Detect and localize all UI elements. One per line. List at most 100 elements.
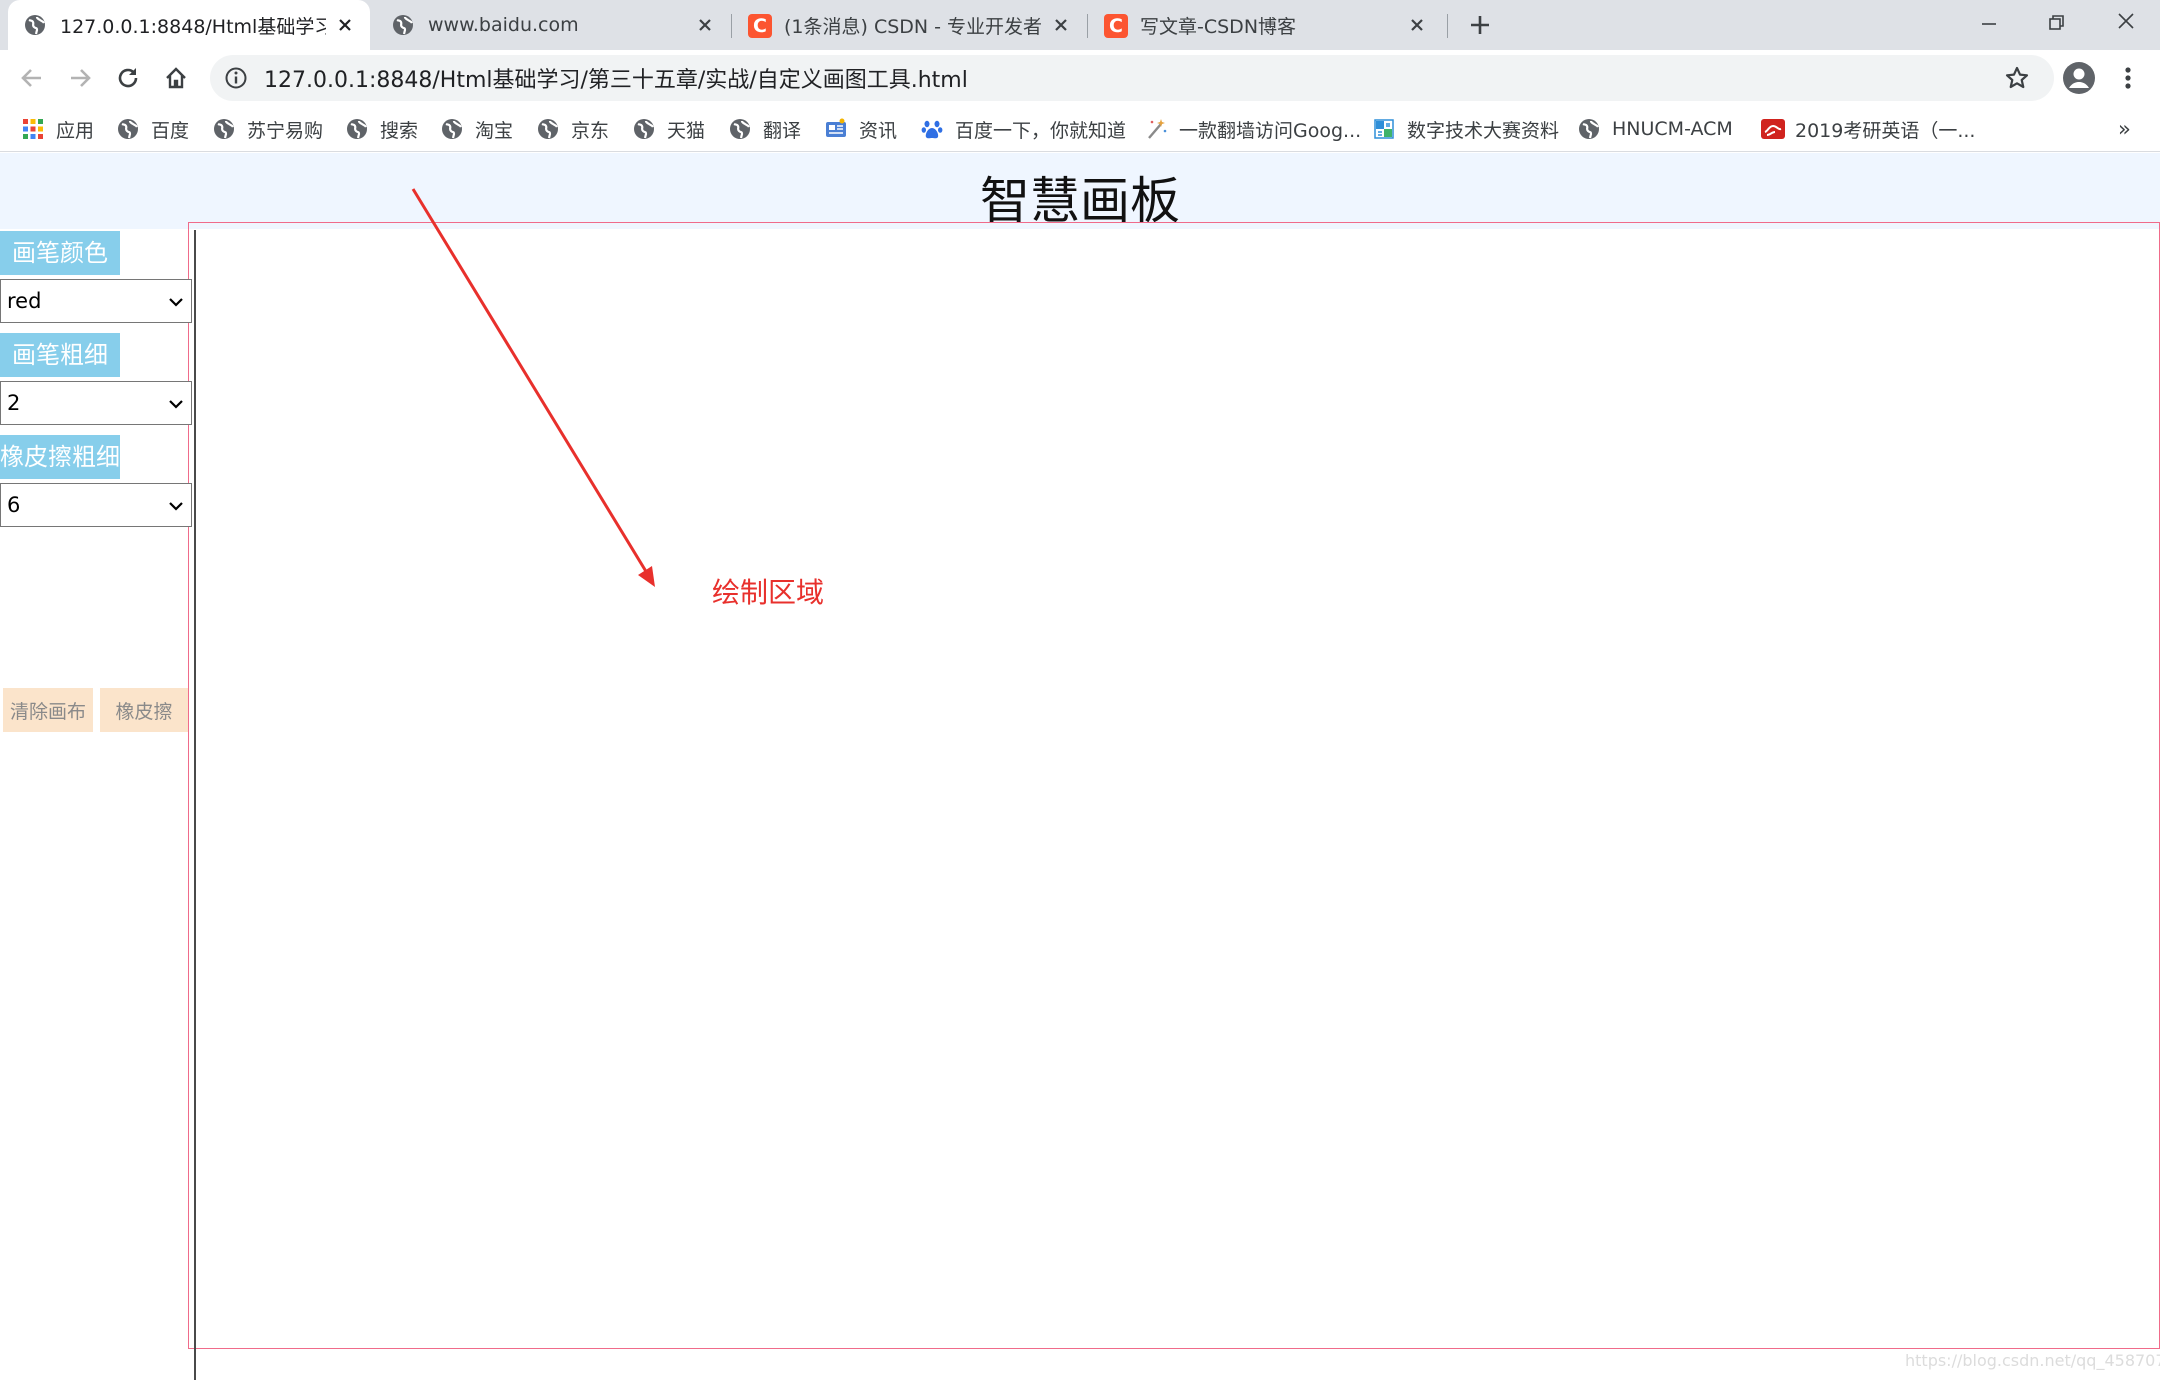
plus-icon [1471, 16, 1489, 34]
bookmarks-overflow-button[interactable]: » [2118, 115, 2131, 143]
clear-canvas-button[interactable]: 清除画布 [3, 688, 93, 732]
address-bar[interactable]: 127.0.0.1:8848/Html基础学习/第三十五章/实战/自定义画图工具… [210, 55, 2054, 101]
back-button[interactable] [14, 60, 50, 96]
globe-icon [392, 14, 414, 36]
forward-button[interactable] [62, 60, 98, 96]
restore-button[interactable] [2034, 10, 2078, 40]
globe-icon [441, 118, 463, 140]
pen-width-select[interactable]: 2 [0, 381, 192, 425]
restore-icon [2049, 15, 2064, 30]
arrow-left-icon [21, 69, 41, 87]
bookmark-label: 翻译 [763, 119, 802, 142]
globe-icon [729, 118, 751, 140]
bookmark-label: 资讯 [859, 119, 898, 142]
bookmark-kaoyan-english[interactable]: 2019考研英语（一... [1761, 115, 1975, 143]
watermark: https://blog.csdn.net/qq_45870740 [1905, 1351, 2160, 1370]
bookmark-tmall[interactable]: 天猫 [633, 115, 705, 143]
bookmark-label: 搜索 [380, 119, 419, 142]
browser-toolbar: 127.0.0.1:8848/Html基础学习/第三十五章/实战/自定义画图工具… [0, 50, 2160, 105]
overflow-chevron: » [2118, 117, 2131, 141]
bookmark-search[interactable]: 搜索 [346, 115, 418, 143]
tab-title: 127.0.0.1:8848/Html基础学习/第 [60, 15, 326, 38]
tab-title: 写文章-CSDN博客 [1140, 15, 1297, 38]
globe-icon [24, 14, 46, 36]
tab-title: www.baidu.com [428, 14, 579, 36]
globe-icon [213, 118, 235, 140]
tab-separator [1447, 14, 1448, 38]
tab-strip: 127.0.0.1:8848/Html基础学习/第 www.baidu.com … [0, 0, 2160, 50]
globe-icon [633, 118, 655, 140]
bookmark-taobao[interactable]: 淘宝 [441, 115, 513, 143]
eraser-width-select[interactable]: 6 [0, 483, 192, 527]
globe-icon [117, 118, 139, 140]
csdn-icon: C [1104, 14, 1128, 38]
arrow-right-icon [71, 69, 91, 87]
annotation-label: 绘制区域 [712, 576, 825, 609]
bookmark-baidu[interactable]: 百度 [117, 115, 189, 143]
close-icon[interactable] [694, 14, 716, 36]
apps-icon [22, 118, 44, 140]
csdn-icon: C [748, 14, 772, 38]
bookmark-label: 2019考研英语（一... [1795, 119, 1976, 142]
minimize-button[interactable] [1967, 10, 2011, 40]
eraser-width-label: 橡皮擦粗细 [0, 435, 120, 479]
close-icon [2118, 13, 2134, 29]
tab-title: (1条消息) CSDN - 专业开发者社区 [784, 15, 1042, 38]
canvas-left-edge [194, 230, 196, 1380]
info-icon[interactable] [224, 66, 248, 90]
bookmark-label: 苏宁易购 [247, 119, 324, 142]
baidu-paw-icon [921, 118, 943, 140]
bookmark-label: 淘宝 [475, 119, 514, 142]
bookmark-label: 天猫 [667, 119, 706, 142]
tab-csdn-write[interactable]: C 写文章-CSDN博客 [1088, 0, 1442, 50]
globe-icon [1578, 118, 1600, 140]
globe-icon [346, 118, 368, 140]
bookmark-google-access[interactable]: 一款翻墙访问Goog... [1145, 115, 1361, 143]
tab-baidu[interactable]: www.baidu.com [376, 0, 730, 50]
minimize-icon [1982, 23, 1996, 25]
close-icon[interactable] [1406, 14, 1428, 36]
eraser-button[interactable]: 橡皮擦 [100, 688, 188, 732]
bookmark-label: 京东 [571, 119, 610, 142]
bookmark-label: 数字技术大赛资料 [1407, 119, 1560, 142]
chevron-down-icon [169, 298, 183, 307]
annotation-arrow [411, 188, 655, 587]
new-tab-button[interactable] [1462, 10, 1498, 40]
chevron-down-icon [169, 400, 183, 409]
tab-local-file[interactable]: 127.0.0.1:8848/Html基础学习/第 [8, 0, 370, 50]
bookmark-baidu-search[interactable]: 百度一下，你就知道 [921, 115, 1126, 143]
menu-button[interactable] [2110, 60, 2146, 96]
bookmark-news[interactable]: 资讯 [825, 115, 897, 143]
url-text: 127.0.0.1:8848/Html基础学习/第三十五章/实战/自定义画图工具… [264, 68, 968, 93]
chevron-down-icon [169, 502, 183, 511]
reload-icon [118, 68, 138, 88]
red-logo-icon [1761, 118, 1785, 140]
pen-color-select[interactable]: red [0, 279, 192, 323]
reload-button[interactable] [110, 60, 146, 96]
home-icon [166, 67, 186, 89]
more-vert-icon [2125, 67, 2131, 89]
bookmark-label: 百度一下，你就知道 [955, 119, 1127, 142]
news-icon [825, 118, 847, 140]
profile-button[interactable] [2061, 60, 2097, 96]
bookmark-jd[interactable]: 京东 [537, 115, 609, 143]
close-icon[interactable] [334, 14, 356, 36]
tab-csdn-home[interactable]: C (1条消息) CSDN - 专业开发者社区 [732, 0, 1086, 50]
home-button[interactable] [158, 60, 194, 96]
close-window-button[interactable] [2104, 8, 2148, 38]
bookmarks-bar: 应用 百度 苏宁易购 搜索 淘宝 京东 天猫 翻译 资讯 百度一下，你就知道 一 [0, 105, 2160, 152]
close-icon[interactable] [1050, 14, 1072, 36]
pen-color-label: 画笔颜色 [0, 231, 120, 275]
eraser-width-value: 6 [7, 493, 21, 517]
star-icon[interactable] [2004, 65, 2030, 91]
bookmark-translate[interactable]: 翻译 [729, 115, 801, 143]
bookmark-hnucm-acm[interactable]: HNUCM-ACM [1578, 115, 1733, 143]
pen-width-value: 2 [7, 391, 21, 415]
bookmark-apps[interactable]: 应用 [22, 115, 94, 143]
wand-icon [1145, 118, 1167, 140]
bookmark-label: 百度 [151, 119, 190, 142]
bookmark-suning[interactable]: 苏宁易购 [213, 115, 323, 143]
page-content: 智慧画板 画笔颜色 red 画笔粗细 2 橡皮擦粗细 6 清除画布 橡皮擦 绘制… [0, 153, 2160, 1380]
bookmark-digital-contest[interactable]: 数字技术大赛资料 [1373, 115, 1559, 143]
bookmark-label: 应用 [56, 119, 95, 142]
